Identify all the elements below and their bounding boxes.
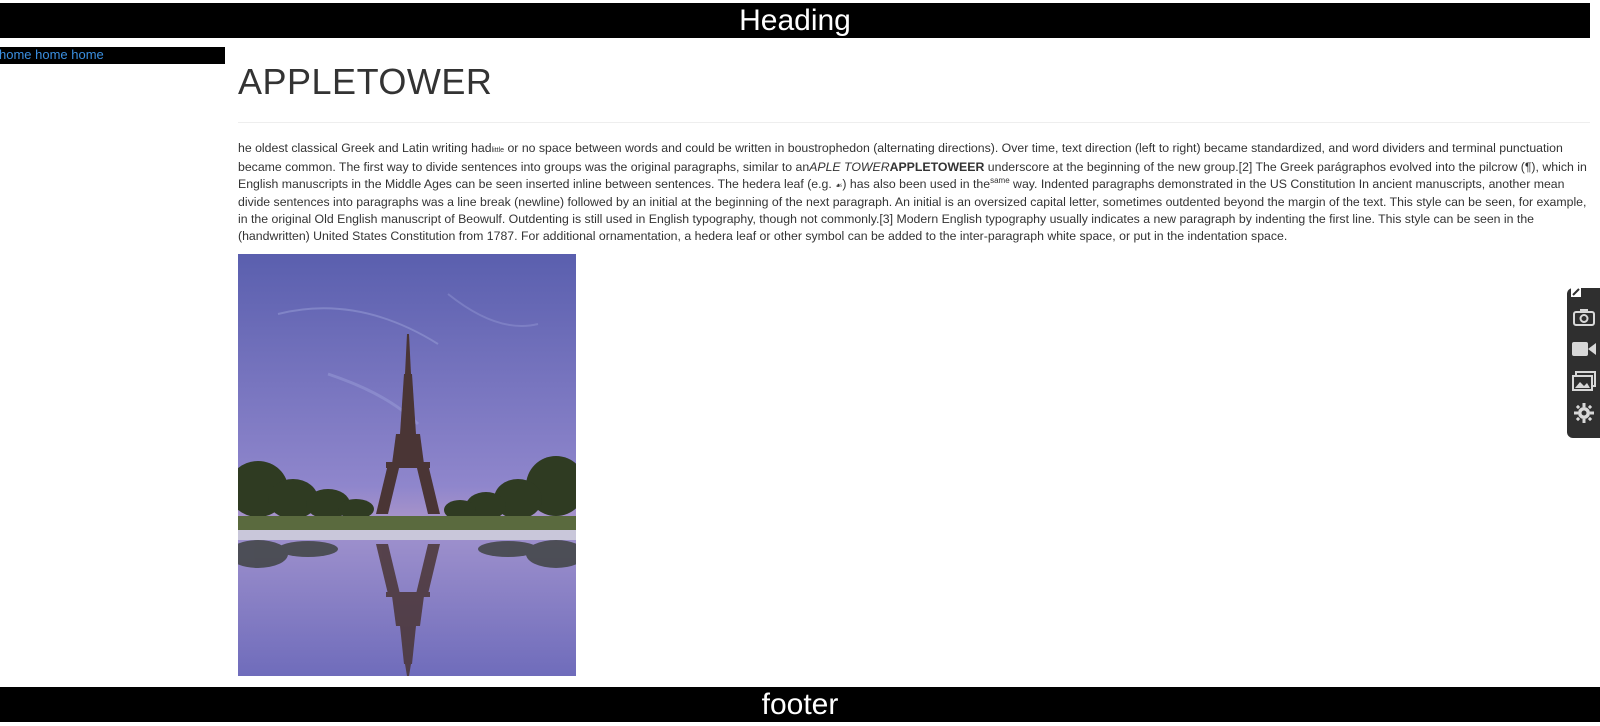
page-title: APPLETOWER — [238, 61, 493, 102]
bold-text: APPLETOWEER — [889, 160, 985, 174]
eiffel-tower-image — [238, 254, 576, 676]
title-divider — [238, 122, 1590, 123]
gear-icon[interactable] — [1567, 398, 1600, 428]
small-word: little — [491, 147, 505, 154]
gallery-icon[interactable] — [1567, 366, 1600, 396]
side-toolbar — [1567, 287, 1600, 438]
header-title: Heading — [739, 4, 851, 37]
home-link[interactable]: home home home — [0, 47, 104, 62]
article-paragraph: he oldest classical Greek and Latin writ… — [238, 140, 1590, 245]
camera-icon[interactable] — [1567, 302, 1600, 332]
italic-text: APLE TOWER — [809, 160, 890, 174]
page-header: Heading — [0, 3, 1590, 38]
main-content: APPLETOWER he oldest classical Greek and… — [238, 52, 1590, 676]
footer-text: footer — [761, 688, 839, 721]
superscript-word: same — [990, 175, 1010, 185]
paragraph-text-4: ) has also been used in the — [842, 177, 991, 191]
nav-bar: home home home — [0, 47, 225, 64]
page-footer: footer — [0, 687, 1600, 722]
paragraph-text-1: he oldest classical Greek and Latin writ… — [238, 141, 492, 155]
pin-icon[interactable] — [1567, 284, 1585, 300]
video-icon[interactable] — [1567, 334, 1600, 364]
